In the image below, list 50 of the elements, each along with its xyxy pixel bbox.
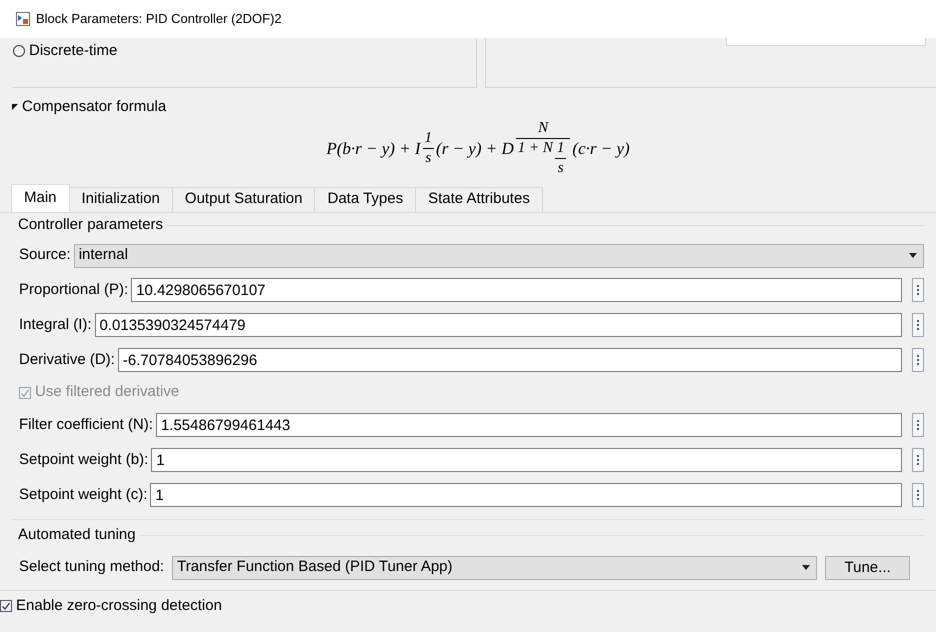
input-field[interactable]: 1.55486799461443 [156,413,902,437]
dropdown-value: internal [78,245,128,266]
field-label: Source: [19,245,71,266]
input-field[interactable] [726,38,926,46]
input-field[interactable]: 10.4298065670107 [131,278,902,302]
formula-text: P(b·r − y) + I [326,138,421,160]
group-title: Controller parameters [17,215,164,236]
field-label: Setpoint weight (b): [19,450,148,470]
app-icon [16,12,30,26]
more-options-button[interactable] [912,413,924,437]
formula-text: (c·r − y) [572,138,630,160]
field-label: Derivative (D): [19,350,115,370]
field-label: Integral (I): [19,314,92,335]
tuning-method-dropdown[interactable]: Transfer Function Based (PID Tuner App) [172,556,818,580]
formula-text: s [558,161,564,176]
group-title: Automated tuning [17,525,136,546]
window-title: Block Parameters: PID Controller (2DOF)2 [36,10,282,28]
more-options-button[interactable] [912,448,924,472]
field-label: Select tuning method: [19,557,164,578]
radio-button[interactable] [13,45,25,58]
caret-icon [909,253,917,258]
input-field[interactable]: 1 [150,483,902,507]
checkbox-label: Enable zero-crossing detection [16,596,222,616]
dropdown-value: Transfer Function Based (PID Tuner App) [177,557,452,578]
formula-text: (r − y) + D [436,138,514,160]
expand-icon[interactable] [12,104,18,110]
tab[interactable]: State Attributes [415,186,543,212]
section-label: Compensator formula [22,97,166,117]
caret-icon [802,565,810,570]
formula-text: 1 + N [518,141,553,156]
formula-text: N [538,121,548,136]
formula-text: 1 [556,141,564,156]
tab[interactable]: Main [11,184,70,212]
more-options-button[interactable] [912,313,924,337]
checkbox-label: Use filtered derivative [35,382,180,402]
radio-label: Discrete-time [29,41,118,61]
formula-text: 1 [424,131,432,146]
input-field[interactable]: 0.0135390324574479 [94,313,902,337]
checkbox[interactable] [0,600,12,612]
field-label: Setpoint weight (c): [19,484,148,505]
field-label: Proportional (P): [19,280,128,300]
tune-button[interactable]: Tune... [825,556,910,580]
field-label: Filter coefficient (N): [19,414,153,435]
input-field[interactable]: -6.70784053896296 [118,348,902,372]
formula-text: s [425,151,432,166]
more-options-button[interactable] [912,278,924,302]
more-options-button[interactable] [912,348,924,372]
input-field[interactable]: 1 [151,448,902,472]
more-options-button[interactable] [912,483,924,507]
source-dropdown[interactable]: internal [74,244,924,268]
